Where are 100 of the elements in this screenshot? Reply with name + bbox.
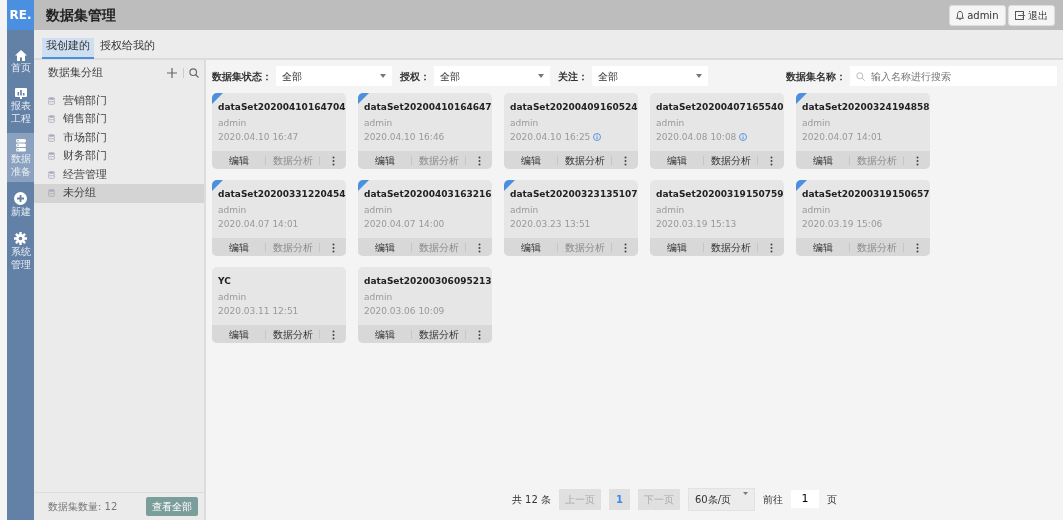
analysis-button[interactable]: 数据分析 bbox=[704, 239, 757, 255]
more-icon[interactable] bbox=[623, 242, 627, 253]
group-item[interactable]: 销售部门 bbox=[34, 110, 204, 129]
database-icon bbox=[14, 139, 27, 152]
search-icon[interactable] bbox=[189, 68, 199, 79]
exit-icon bbox=[1015, 10, 1025, 20]
edit-button[interactable]: 编辑 bbox=[358, 152, 411, 168]
dataset-card[interactable]: dataSet20200409160524 admin 2020.04.10 16:25 编辑 数据分析 bbox=[504, 93, 638, 169]
more-icon[interactable] bbox=[477, 242, 481, 253]
analysis-button[interactable]: 数据分析 bbox=[266, 326, 319, 342]
search-field[interactable]: 输入名称进行搜索 bbox=[850, 66, 1057, 86]
edit-button[interactable]: 编辑 bbox=[212, 326, 265, 342]
more-icon[interactable] bbox=[331, 329, 335, 340]
dataset-card[interactable]: dataSet20200324194858 admin 2020.04.07 14:01 编辑 数据分析 bbox=[796, 93, 930, 169]
dropdown[interactable]: 全部 bbox=[592, 66, 708, 86]
dataset-time: 2020.03.06 10:09 bbox=[363, 305, 445, 318]
edit-button[interactable]: 编辑 bbox=[650, 152, 703, 168]
dataset-card[interactable]: dataSet20200410164647 admin 2020.04.10 16:46 编辑 数据分析 bbox=[358, 93, 492, 169]
group-item[interactable]: 营销部门 bbox=[34, 91, 204, 110]
filter-label: 授权： bbox=[400, 69, 430, 84]
more-icon[interactable] bbox=[769, 155, 773, 166]
search-icon bbox=[856, 71, 865, 81]
more-icon[interactable] bbox=[331, 155, 335, 166]
dataset-card[interactable]: dataSet20200410164704 admin 2020.04.10 16:47 编辑 数据分析 bbox=[212, 93, 346, 169]
edit-button[interactable]: 编辑 bbox=[358, 239, 411, 255]
edit-button[interactable]: 编辑 bbox=[212, 152, 265, 168]
nav-item[interactable]: 首页 bbox=[7, 44, 34, 78]
dataset-name: dataSet20200410164704 bbox=[217, 101, 346, 114]
logout-button[interactable]: 退出 bbox=[1008, 4, 1055, 26]
dataset-time: 2020.04.10 16:25 bbox=[509, 131, 591, 144]
edit-button[interactable]: 编辑 bbox=[504, 239, 557, 255]
nav-item[interactable]: 系统管理 bbox=[7, 226, 34, 275]
caret-icon bbox=[743, 491, 749, 495]
dataset-owner: admin bbox=[509, 116, 540, 130]
group-item[interactable]: 市场部门 bbox=[34, 128, 204, 147]
dataset-card[interactable]: dataSet20200319150759 admin 2020.03.19 15:13 编辑 数据分析 bbox=[650, 180, 784, 256]
dataset-time: 2020.04.07 14:01 bbox=[217, 218, 299, 231]
edit-button[interactable]: 编辑 bbox=[358, 326, 411, 342]
dataset-card[interactable]: dataSet20200319150657 admin 2020.03.19 15:06 编辑 数据分析 bbox=[796, 180, 930, 256]
group-item[interactable]: 经营管理 bbox=[34, 165, 204, 184]
more-icon[interactable] bbox=[477, 155, 481, 166]
dataset-name: dataSet20200323135107 bbox=[509, 188, 638, 201]
dataset-card[interactable]: dataSet20200323135107 admin 2020.03.23 13:51 编辑 数据分析 bbox=[504, 180, 638, 256]
analysis-button[interactable]: 数据分析 bbox=[558, 152, 611, 168]
tab[interactable]: 授权给我的 bbox=[96, 38, 159, 57]
dataset-name: dataSet20200319150759 bbox=[655, 188, 784, 201]
user-button[interactable]: admin bbox=[949, 4, 1006, 26]
dataset-time: 2020.03.19 15:06 bbox=[801, 218, 883, 231]
nav-item[interactable]: 报表工程 bbox=[7, 82, 34, 129]
more-icon[interactable] bbox=[915, 242, 919, 253]
dataset-card[interactable]: dataSet20200407165540 admin 2020.04.08 10:08 编辑 数据分析 bbox=[650, 93, 784, 169]
more-icon[interactable] bbox=[477, 329, 481, 340]
dropdown[interactable]: 全部 bbox=[434, 66, 550, 86]
add-icon[interactable] bbox=[167, 68, 177, 79]
gear-icon bbox=[14, 232, 27, 245]
dataset-card[interactable]: YC admin 2020.03.11 12:51 编辑 数据分析 bbox=[212, 267, 346, 343]
dataset-owner: admin bbox=[801, 203, 832, 217]
plus-circle-icon bbox=[14, 192, 27, 205]
more-icon[interactable] bbox=[331, 242, 335, 253]
chart-icon bbox=[14, 88, 27, 99]
dataset-name: dataSet20200407165540 bbox=[655, 101, 784, 114]
edit-button[interactable]: 编辑 bbox=[796, 239, 849, 255]
edit-button[interactable]: 编辑 bbox=[796, 152, 849, 168]
search-input[interactable]: 输入名称进行搜索 bbox=[869, 67, 1051, 85]
filter-label: 数据集名称： bbox=[786, 69, 846, 84]
dataset-name: dataSet20200319150657 bbox=[801, 188, 930, 201]
filter-label: 数据集状态： bbox=[212, 69, 272, 84]
edit-button[interactable]: 编辑 bbox=[650, 239, 703, 255]
total-count: 共 12 条 bbox=[511, 492, 551, 507]
dataset-name: dataSet20200403163216 bbox=[363, 188, 492, 201]
dataset-owner: admin bbox=[363, 203, 394, 217]
dataset-card[interactable]: dataSet20200331220454 admin 2020.04.07 14:01 编辑 数据分析 bbox=[212, 180, 346, 256]
dataset-time: 2020.03.11 12:51 bbox=[217, 305, 299, 318]
dataset-time: 2020.04.07 14:00 bbox=[363, 218, 445, 231]
dataset-card[interactable]: dataSet20200403163216 admin 2020.04.07 14:00 编辑 数据分析 bbox=[358, 180, 492, 256]
edit-button[interactable]: 编辑 bbox=[504, 152, 557, 168]
more-icon[interactable] bbox=[623, 155, 627, 166]
database-icon bbox=[48, 115, 55, 124]
more-icon[interactable] bbox=[915, 155, 919, 166]
dataset-owner: admin bbox=[509, 203, 540, 217]
edit-button[interactable]: 编辑 bbox=[212, 239, 265, 255]
dataset-count: 数据集数量: 12 bbox=[48, 500, 118, 514]
tab[interactable]: 我创建的 bbox=[42, 38, 94, 59]
dataset-time: 2020.03.23 13:51 bbox=[509, 218, 591, 231]
page-size-dropdown[interactable]: 60条/页 bbox=[688, 487, 756, 511]
nav-item[interactable]: 新建 bbox=[7, 186, 34, 222]
analysis-button[interactable]: 数据分析 bbox=[412, 326, 465, 342]
dataset-name: dataSet20200410164647 bbox=[363, 101, 492, 114]
analysis-button[interactable]: 数据分析 bbox=[704, 152, 757, 168]
dataset-owner: admin bbox=[655, 203, 686, 217]
dropdown[interactable]: 全部 bbox=[276, 66, 392, 86]
page-input[interactable]: 1 bbox=[791, 489, 820, 509]
dataset-card[interactable]: dataSet20200306095213 admin 2020.03.06 10:09 编辑 数据分析 bbox=[358, 267, 492, 343]
database-icon bbox=[48, 189, 55, 198]
more-icon[interactable] bbox=[769, 242, 773, 253]
group-item[interactable]: 财务部门 bbox=[34, 147, 204, 166]
dataset-owner: admin bbox=[217, 116, 248, 130]
logo: RE. bbox=[7, 0, 34, 30]
database-icon bbox=[48, 170, 55, 179]
group-item[interactable]: 未分组 bbox=[34, 184, 204, 203]
